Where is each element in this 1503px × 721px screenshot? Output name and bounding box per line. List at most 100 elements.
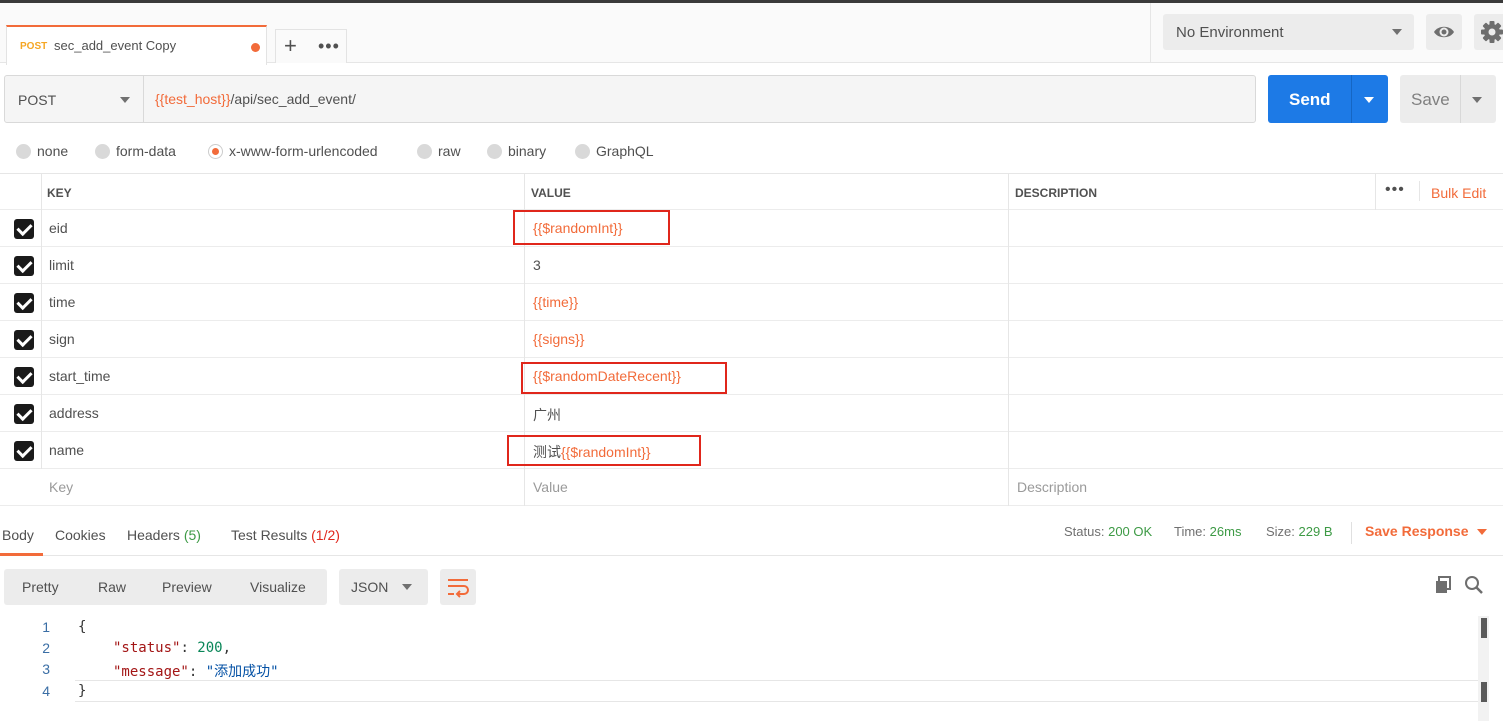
url-input[interactable]: {{test_host}}/api/sec_add_event/	[155, 91, 356, 107]
table-row: limit 3	[0, 247, 1503, 284]
tab-method: POST	[20, 41, 48, 52]
radio-circle	[417, 144, 432, 159]
row-checkbox[interactable]	[14, 256, 34, 276]
row-key[interactable]: time	[49, 294, 75, 310]
status-value: 200 OK	[1108, 524, 1153, 539]
new-description-input[interactable]: Description	[1017, 479, 1087, 495]
response-time: Time: 26ms	[1174, 524, 1241, 539]
radio-circle	[487, 144, 502, 159]
row-checkbox[interactable]	[14, 293, 34, 313]
search-icon[interactable]	[1464, 575, 1484, 595]
new-key-input[interactable]: Key	[49, 479, 73, 495]
size-label: Size:	[1266, 524, 1295, 539]
code-line: "status": 200,	[113, 640, 232, 656]
row-value[interactable]: 广州	[533, 405, 561, 425]
row-checkbox[interactable]	[14, 367, 34, 387]
tab-actions: + •••	[275, 29, 347, 63]
row-checkbox-cell	[0, 395, 41, 432]
new-tab-plus-icon[interactable]: +	[284, 34, 297, 58]
url-path: /api/sec_add_event/	[230, 91, 356, 107]
format-select-label: JSON	[351, 579, 389, 595]
save-options-chevron-icon[interactable]	[1472, 97, 1482, 103]
gear-icon	[1481, 21, 1503, 43]
table-more-icon[interactable]: •••	[1385, 181, 1405, 199]
code-line: "message": "添加成功"	[113, 664, 279, 680]
view-preview[interactable]: Preview	[162, 579, 212, 595]
row-checkbox[interactable]	[14, 330, 34, 350]
row-value[interactable]: {{time}}	[533, 294, 578, 310]
row-checkbox-cell	[0, 321, 41, 358]
new-value-input[interactable]: Value	[533, 479, 568, 495]
tab-body[interactable]: Body	[0, 527, 43, 556]
scrollbar-thumb[interactable]	[1481, 618, 1487, 638]
chevron-down-icon	[1392, 29, 1402, 35]
wrap-lines-icon	[448, 579, 469, 598]
tests-count-badge: (1/2)	[311, 527, 340, 543]
format-select[interactable]: JSON	[339, 569, 428, 605]
table-row: eid {{$randomInt}}	[0, 210, 1503, 247]
status-label: Status:	[1064, 524, 1105, 539]
row-key[interactable]: name	[49, 442, 84, 458]
editor-scrollbar[interactable]	[1478, 616, 1489, 721]
request-url-bar: POST {{test_host}}/api/sec_add_event/	[4, 75, 1256, 123]
radio-circle	[95, 144, 110, 159]
row-checkbox-cell	[0, 432, 41, 469]
row-key[interactable]: sign	[49, 331, 75, 347]
response-size: Size: 229 B	[1266, 524, 1333, 539]
environment-select-label: No Environment	[1176, 24, 1284, 41]
tab-tests-label: Test Results	[231, 527, 308, 543]
json-key: "message"	[113, 664, 189, 680]
code-line: }	[78, 683, 87, 699]
value-variable: {{time}}	[533, 294, 579, 310]
wrap-lines-button[interactable]	[440, 569, 476, 605]
method-select[interactable]: POST	[5, 76, 144, 122]
row-key[interactable]: eid	[49, 220, 68, 236]
request-tab[interactable]: POST sec_add_event Copy	[6, 25, 267, 65]
scrollbar-thumb[interactable]	[1481, 682, 1487, 702]
column-divider	[1008, 173, 1009, 506]
value-text: 3	[533, 257, 541, 273]
bulk-edit-link[interactable]: Bulk Edit	[1431, 185, 1486, 201]
row-value[interactable]: 3	[533, 257, 541, 273]
radio-label: raw	[438, 143, 461, 159]
column-header-description: DESCRIPTION	[1015, 186, 1098, 200]
view-raw[interactable]: Raw	[98, 579, 126, 595]
save-response-button[interactable]: Save Response	[1365, 523, 1487, 539]
row-key[interactable]: limit	[49, 257, 74, 273]
header-divider	[1419, 181, 1420, 201]
save-button-label: Save	[1411, 90, 1450, 109]
value-text: 广州	[533, 407, 561, 423]
highlight-box	[507, 435, 701, 466]
tab-bar: POST sec_add_event Copy + •••	[0, 3, 1150, 65]
response-body-editor[interactable]: 1 2 3 4 { "status": 200, "message": "添加成…	[0, 616, 1503, 721]
time-label: Time:	[1174, 524, 1207, 539]
environment-select[interactable]: No Environment	[1163, 14, 1414, 50]
row-key[interactable]: address	[49, 405, 99, 421]
tab-headers[interactable]: Headers (5)	[127, 527, 201, 543]
tab-test-results[interactable]: Test Results (1/2)	[231, 527, 340, 543]
save-button[interactable]: Save	[1400, 75, 1496, 123]
view-pretty[interactable]: Pretty	[22, 579, 59, 595]
send-options-chevron-icon[interactable]	[1364, 97, 1374, 103]
time-value: 26ms	[1209, 524, 1242, 539]
row-checkbox[interactable]	[14, 441, 34, 461]
row-key[interactable]: start_time	[49, 368, 110, 384]
row-checkbox[interactable]	[14, 219, 34, 239]
row-checkbox[interactable]	[14, 404, 34, 424]
value-variable: {{signs}}	[533, 331, 585, 347]
tab-more-icon[interactable]: •••	[318, 36, 340, 56]
copy-icon[interactable]	[1433, 575, 1453, 595]
view-visualize[interactable]: Visualize	[250, 579, 306, 595]
table-row: address 广州	[0, 395, 1503, 432]
line-number: 1	[42, 619, 50, 635]
tab-cookies[interactable]: Cookies	[55, 527, 106, 543]
headers-count-badge: (5)	[183, 527, 201, 543]
manage-environments-button[interactable]	[1474, 14, 1503, 50]
environment-quick-look-button[interactable]	[1426, 14, 1462, 50]
table-row: name 测试{{$randomInt}}	[0, 432, 1503, 469]
url-variable: {{test_host}}	[155, 91, 231, 107]
send-button[interactable]: Send	[1268, 75, 1388, 123]
row-value[interactable]: {{signs}}	[533, 331, 584, 347]
response-status: Status: 200 OK	[1064, 524, 1152, 539]
send-divider	[1351, 75, 1352, 123]
